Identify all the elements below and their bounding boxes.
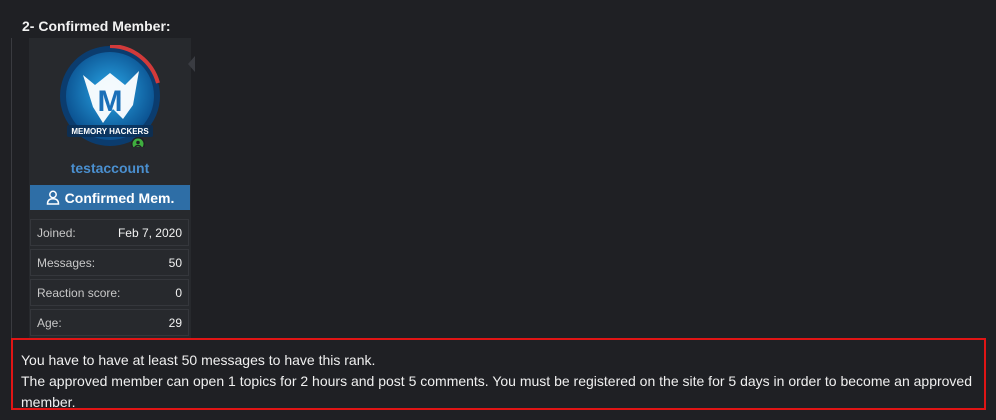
stat-row-joined: Joined: Feb 7, 2020 xyxy=(30,219,189,246)
stat-row-age: Age: 29 xyxy=(30,309,189,336)
stat-row-reaction-score: Reaction score: 0 xyxy=(30,279,189,306)
avatar-banner-text: MEMORY HACKERS xyxy=(71,127,149,136)
user-avatar[interactable]: M MEMORY HACKERS xyxy=(59,45,161,147)
stat-label: Messages: xyxy=(37,255,96,270)
avatar-logo-letter: M xyxy=(98,85,123,118)
rank-requirements-notice: You have to have at least 50 messages to… xyxy=(11,338,986,410)
user-rank-label: Confirmed Mem. xyxy=(64,189,175,206)
stat-row-messages: Messages: 50 xyxy=(30,249,189,276)
stat-value[interactable]: 50 xyxy=(169,256,182,270)
notice-line-2: The approved member can open 1 topics fo… xyxy=(21,373,973,410)
user-rank-banner: Confirmed Mem. xyxy=(30,185,190,210)
user-icon xyxy=(46,190,59,205)
user-stats: Joined: Feb 7, 2020 Messages: 50 Reactio… xyxy=(30,219,189,339)
card-pointer-arrow xyxy=(188,56,195,72)
notice-line-1: You have to have at least 50 messages to… xyxy=(21,352,376,368)
stat-value: Feb 7, 2020 xyxy=(117,225,182,240)
stat-label: Joined: xyxy=(37,225,76,240)
stat-label: Age: xyxy=(37,315,62,330)
section-heading: 2- Confirmed Member: xyxy=(22,18,171,34)
stat-value: 0 xyxy=(175,285,182,300)
stat-value: 29 xyxy=(168,315,182,330)
username-link[interactable]: testaccount xyxy=(29,158,191,178)
post-left-rule xyxy=(11,38,12,338)
stat-label: Reaction score: xyxy=(37,285,121,300)
